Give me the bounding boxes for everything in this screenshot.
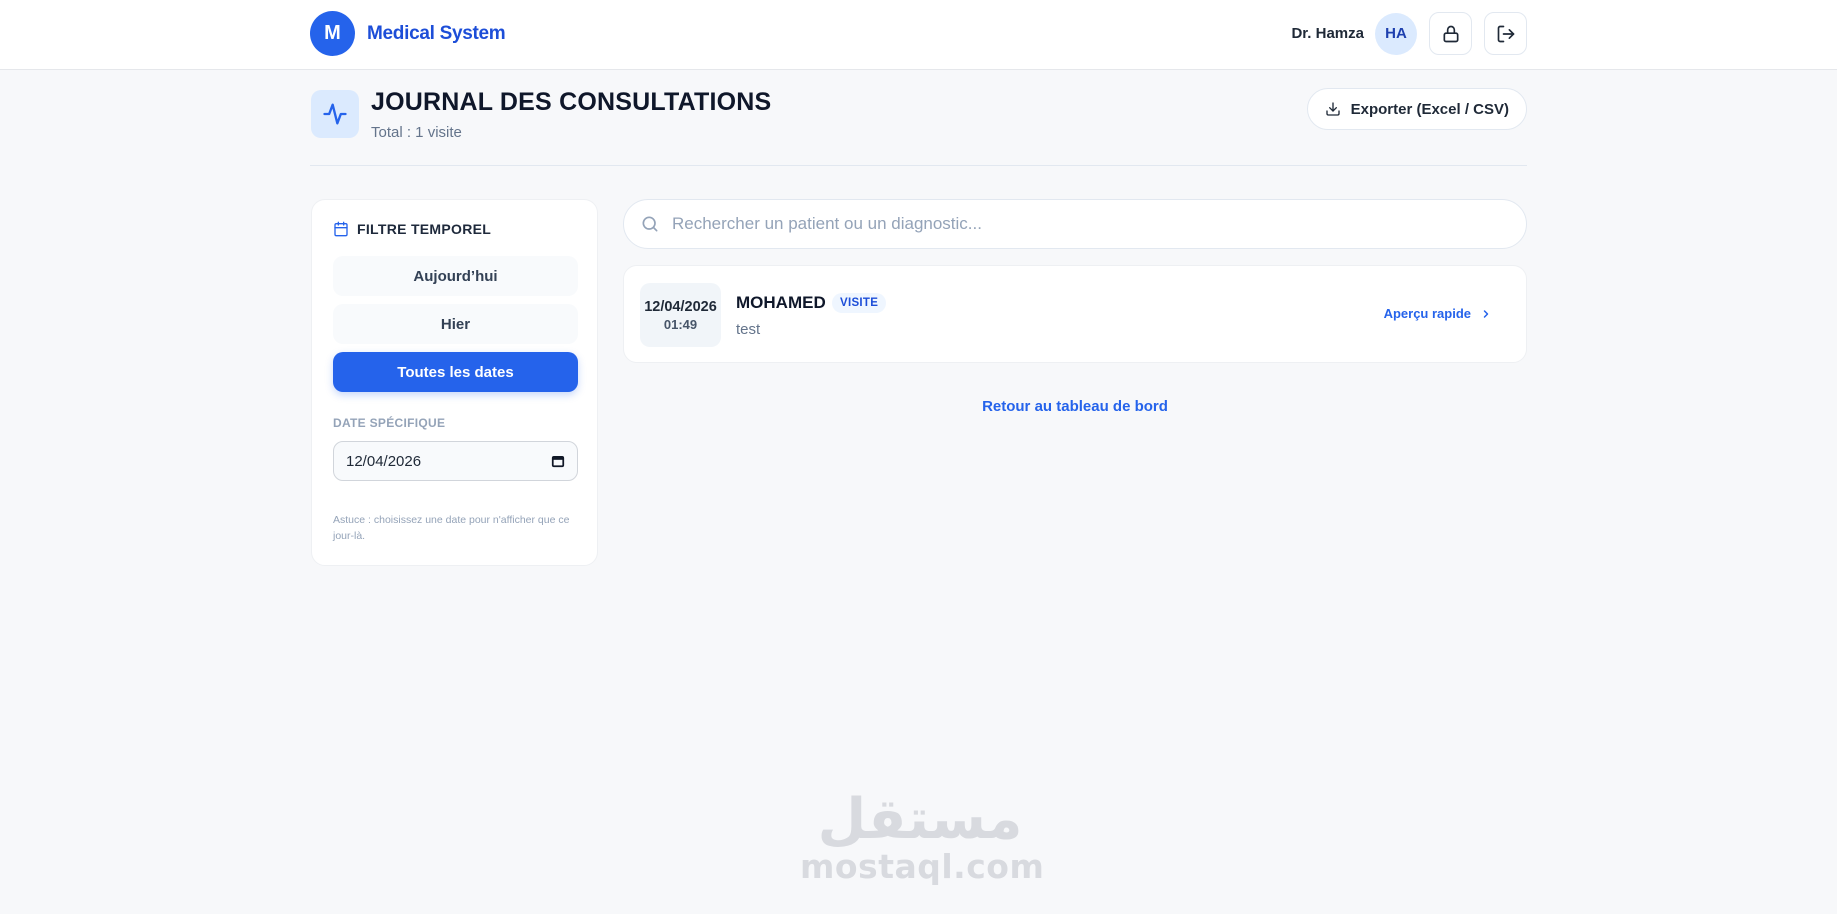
filter-all-dates-button[interactable]: Toutes les dates xyxy=(333,352,578,392)
specific-date-input[interactable]: 12/04/2026 xyxy=(333,441,578,481)
calendar-picker-icon[interactable] xyxy=(551,454,565,468)
user-name: Dr. Hamza xyxy=(1291,25,1364,42)
watermark-latin: mostaql.com xyxy=(800,847,1045,886)
back-to-dashboard-link[interactable]: Retour au tableau de bord xyxy=(623,398,1527,415)
filter-title: FILTRE TEMPOREL xyxy=(333,221,491,237)
visit-type-badge: VISITE xyxy=(832,293,887,313)
date-value: 12/04/2026 xyxy=(346,452,422,470)
search-icon xyxy=(642,216,658,232)
activity-icon xyxy=(311,90,359,138)
search-input[interactable] xyxy=(672,214,1492,234)
chevron-right-icon xyxy=(1483,309,1489,318)
logout-icon xyxy=(1497,25,1514,42)
export-label: Exporter (Excel / CSV) xyxy=(1350,100,1509,118)
visit-card[interactable]: 12/04/2026 01:49 MOHAMED VISITE test Ape… xyxy=(623,265,1527,363)
visit-total: Total : 1 visite xyxy=(371,124,462,141)
time-filter-card: FILTRE TEMPOREL Aujourd’hui Hier Toutes … xyxy=(311,199,598,566)
top-navbar: M Medical System Dr. Hamza HA xyxy=(0,0,1837,70)
visit-description: test xyxy=(736,321,761,338)
quick-preview-label: Aperçu rapide xyxy=(1383,306,1471,321)
visit-date-badge: 12/04/2026 01:49 xyxy=(640,283,721,347)
calendar-icon xyxy=(334,221,348,237)
search-box[interactable] xyxy=(623,199,1527,249)
watermark-arabic: مستقل xyxy=(817,787,1023,852)
filter-title-text: FILTRE TEMPOREL xyxy=(357,221,492,237)
watermark: مستقل mostaql.com xyxy=(800,787,1045,886)
patient-name: MOHAMED xyxy=(736,293,826,312)
filter-yesterday-button[interactable]: Hier xyxy=(333,304,578,344)
lock-icon xyxy=(1443,25,1458,42)
visit-date: 12/04/2026 xyxy=(644,298,717,315)
brand-logo: M xyxy=(310,11,355,56)
download-icon xyxy=(1325,102,1340,116)
page-header: JOURNAL DES CONSULTATIONS Total : 1 visi… xyxy=(310,88,1527,166)
avatar[interactable]: HA xyxy=(1375,12,1417,55)
user-area: Dr. Hamza HA xyxy=(1291,12,1527,55)
lock-button[interactable] xyxy=(1429,12,1472,55)
brand-name: Medical System xyxy=(367,22,506,44)
filter-today-button[interactable]: Aujourd’hui xyxy=(333,256,578,296)
logout-button[interactable] xyxy=(1484,12,1527,55)
specific-date-label: DATE SPÉCIFIQUE xyxy=(333,416,446,430)
visit-time: 01:49 xyxy=(663,316,698,332)
brand[interactable]: M Medical System xyxy=(310,11,506,56)
export-button[interactable]: Exporter (Excel / CSV) xyxy=(1306,88,1527,130)
quick-preview-link[interactable]: Aperçu rapide xyxy=(1384,306,1492,321)
page-title: JOURNAL DES CONSULTATIONS xyxy=(371,88,772,116)
filter-tip: Astuce : choisissez une date pour n'affi… xyxy=(333,514,570,542)
